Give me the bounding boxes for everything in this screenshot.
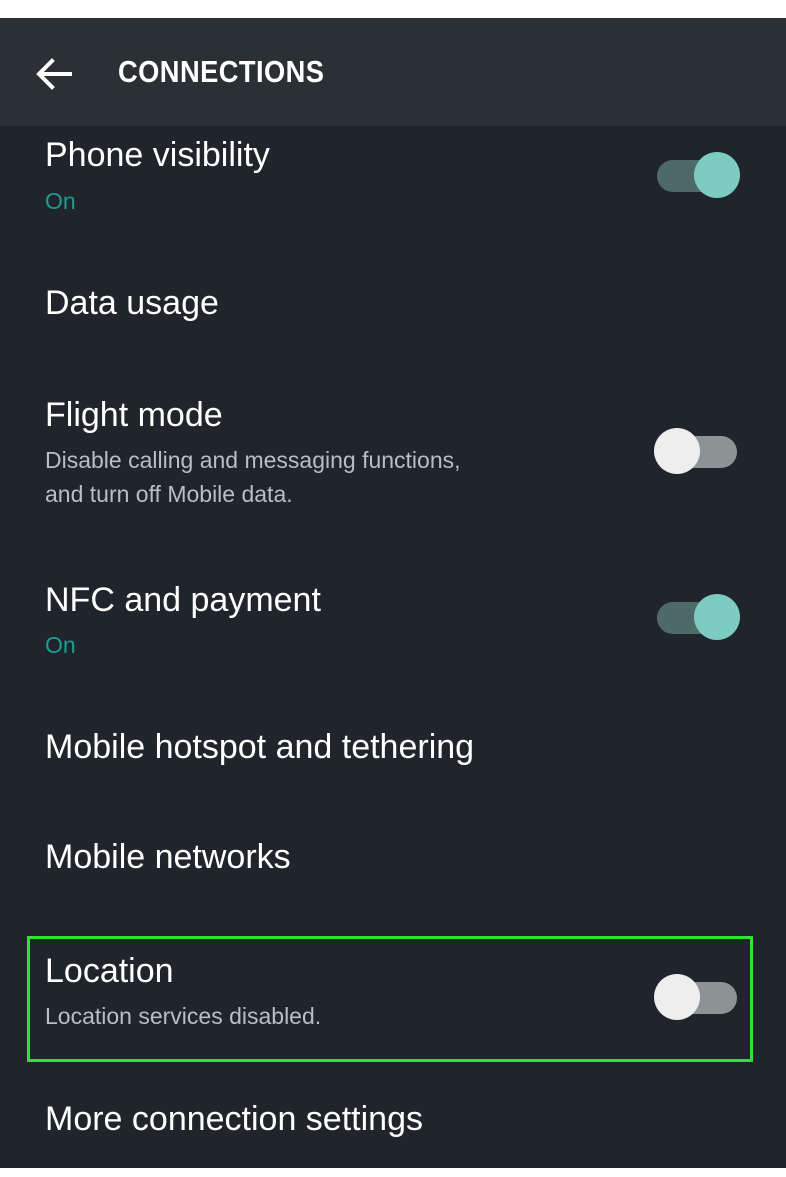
toggle-thumb [654,428,700,474]
page-title: CONNECTIONS [118,54,325,89]
setting-title: Location [45,952,174,990]
setting-status: On [45,632,76,658]
setting-title: Flight mode [45,396,223,434]
setting-title: Mobile networks [45,838,291,876]
toggle-thumb [694,594,740,640]
app-bar: CONNECTIONS [0,18,786,126]
setting-description: Disable calling and messaging functions,… [45,447,461,507]
toggle-thumb [654,974,700,1020]
nfc-payment-toggle[interactable] [654,592,740,644]
setting-data-usage[interactable]: Data usage [0,258,786,358]
setting-more-connection[interactable]: More connection settings [0,1078,786,1168]
setting-title: Phone visibility [45,136,270,174]
setting-nfc-payment[interactable]: NFC and payment On [0,563,786,683]
setting-flight-mode[interactable]: Flight mode Disable calling and messagin… [0,378,786,528]
setting-description: Location services disabled. [45,1003,322,1029]
location-toggle[interactable] [654,972,740,1024]
setting-mobile-networks[interactable]: Mobile networks [0,818,786,918]
setting-mobile-hotspot[interactable]: Mobile hotspot and tethering [0,708,786,808]
connections-screen: CONNECTIONS Phone visibility On Data usa… [0,18,786,1168]
toggle-thumb [694,152,740,198]
setting-title: Mobile hotspot and tethering [45,728,475,766]
setting-phone-visibility[interactable]: Phone visibility On [0,126,786,236]
setting-title: More connection settings [45,1100,423,1138]
arrow-left-icon [36,58,72,90]
setting-title: NFC and payment [45,581,321,619]
phone-visibility-toggle[interactable] [654,150,740,202]
setting-title: Data usage [45,284,219,322]
setting-location[interactable]: Location Location services disabled. [0,938,786,1060]
setting-status: On [45,188,76,214]
back-button[interactable] [32,52,76,96]
flight-mode-toggle[interactable] [654,426,740,478]
